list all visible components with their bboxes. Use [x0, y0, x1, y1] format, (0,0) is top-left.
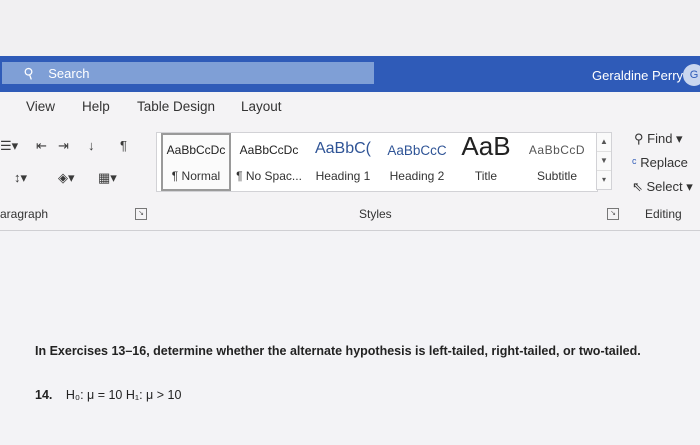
document-area: In Exercises 13–16, determine whether th…: [0, 231, 700, 445]
replace-button[interactable]: ᶜ Replace: [632, 155, 688, 170]
chevron-down-icon[interactable]: ▼: [597, 152, 611, 171]
style-sample: AaBbCcDc: [239, 143, 299, 157]
search-icon: ⚲: [634, 131, 648, 146]
find-button[interactable]: ⚲ Find ▾: [634, 131, 683, 147]
borders-icon[interactable]: ▦▾: [98, 170, 117, 186]
show-formatting-icon[interactable]: ¶: [120, 138, 127, 153]
tab-help[interactable]: Help: [82, 99, 110, 114]
search-box[interactable]: ⚲ Search: [2, 62, 374, 84]
style-sample: AaBbCcD: [528, 143, 586, 157]
style-no-spacing[interactable]: AaBbCcDc ¶ No Spac...: [233, 133, 305, 191]
styles-launcher-icon[interactable]: ↘: [607, 208, 619, 220]
search-icon: ⚲: [21, 63, 37, 82]
paragraph-launcher-icon[interactable]: ↘: [135, 208, 147, 220]
group-label-paragraph: aragraph: [0, 207, 49, 221]
exercise-instructions: In Exercises 13–16, determine whether th…: [35, 344, 641, 358]
replace-icon: ᶜ: [632, 155, 641, 170]
styles-gallery: AaBbCcDc ¶ Normal AaBbCcDc ¶ No Spac... …: [156, 131, 598, 192]
select-label: Select: [646, 179, 683, 194]
style-name: Subtitle: [536, 169, 578, 183]
sort-icon[interactable]: ↓: [88, 138, 95, 153]
style-name: Heading 1: [315, 169, 371, 183]
search-label: Search: [48, 65, 90, 81]
ribbon-tabs: View Help Table Design Layout: [0, 92, 700, 122]
style-subtitle[interactable]: AaBbCcD Subtitle: [521, 133, 593, 191]
style-name: ¶ Normal: [171, 169, 221, 183]
style-heading-2[interactable]: AaBbCcC Heading 2: [381, 133, 453, 191]
style-normal[interactable]: AaBbCcDc ¶ Normal: [161, 133, 231, 191]
tab-table-design[interactable]: Table Design: [137, 99, 215, 114]
document-page[interactable]: In Exercises 13–16, determine whether th…: [0, 231, 700, 445]
item-number: 14.: [35, 388, 53, 402]
style-name: Title: [474, 169, 498, 183]
decrease-indent-icon[interactable]: ⇤: [36, 138, 47, 154]
group-label-styles: Styles: [359, 207, 392, 221]
style-sample: AaBbCcDc: [166, 143, 226, 157]
style-title[interactable]: AaB Title: [455, 131, 517, 191]
style-name: ¶ No Spac...: [236, 169, 302, 183]
tab-view[interactable]: View: [26, 99, 55, 114]
style-sample: AaB: [461, 131, 511, 161]
item-text: H₀: μ = 10 H₁: μ > 10: [65, 388, 182, 402]
find-label: Find: [647, 131, 673, 146]
multilevel-list-icon[interactable]: ☰▾: [0, 138, 18, 154]
increase-indent-icon[interactable]: ⇥: [58, 138, 69, 154]
shading-icon[interactable]: ◈▾: [58, 170, 75, 186]
select-button[interactable]: ⇖ Select ▾: [632, 179, 693, 195]
monitor-top: [0, 0, 700, 56]
style-sample: AaBbCcC: [387, 143, 447, 158]
tab-layout[interactable]: Layout: [241, 99, 282, 114]
cursor-icon: ⇖: [632, 179, 647, 194]
group-label-editing: Editing: [645, 207, 682, 221]
replace-label: Replace: [640, 155, 688, 170]
avatar[interactable]: G: [683, 64, 700, 86]
chevron-up-icon[interactable]: ▲: [597, 133, 611, 152]
exercise-item: 14. H₀: μ = 10 H₁: μ > 10: [35, 388, 181, 402]
style-name: Heading 2: [389, 169, 445, 183]
styles-scroll[interactable]: ▲ ▼ ▾: [596, 132, 612, 190]
style-heading-1[interactable]: AaBbC( Heading 1: [307, 133, 379, 191]
more-styles-icon[interactable]: ▾: [597, 171, 611, 189]
user-name[interactable]: Geraldine Perry: [592, 68, 683, 83]
style-sample: AaBbC(: [314, 140, 372, 157]
line-spacing-icon[interactable]: ↕▾: [14, 170, 27, 186]
